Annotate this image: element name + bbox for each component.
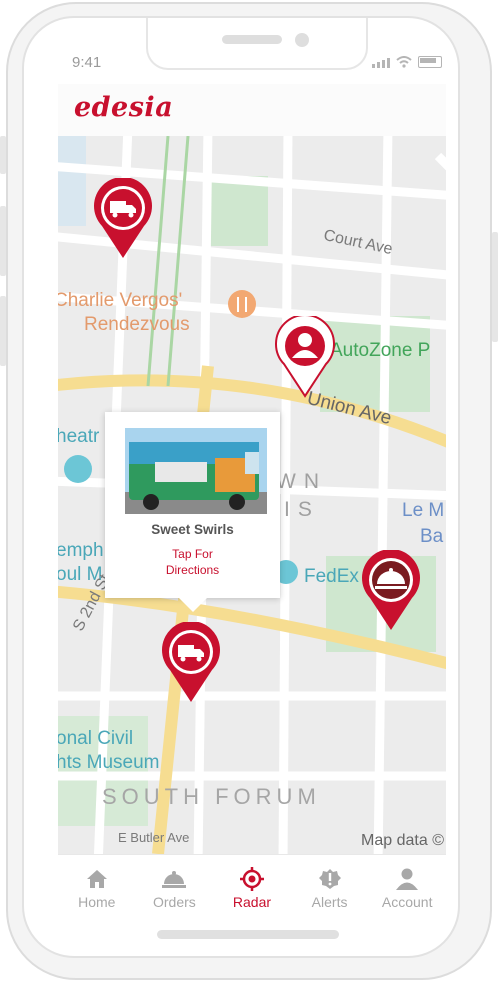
map-label-charlie-vergos: Charlie Vergos': [58, 290, 183, 311]
status-bar: 9:41: [58, 52, 446, 74]
map-label-le-m: Le M: [402, 500, 445, 521]
vendor-popup[interactable]: Sweet Swirls Tap For Directions: [105, 412, 280, 612]
volume-up-button: [0, 206, 6, 276]
directions-line-2: Directions: [165, 563, 220, 577]
speaker: [222, 35, 282, 44]
user-icon: [275, 316, 335, 398]
map-label-south-forum: SOUTH FORUM: [102, 784, 321, 809]
map-label-downtown-1: WN: [276, 470, 327, 493]
signal-icon: [372, 58, 390, 68]
volume-down-button: [0, 296, 6, 366]
map-label-autozone: AutoZone P: [330, 340, 431, 361]
restaurant-pin[interactable]: [360, 550, 422, 632]
cloche-icon: [362, 550, 420, 630]
tab-alerts-label: Alerts: [311, 894, 348, 910]
tab-account[interactable]: Account: [368, 855, 446, 921]
mute-switch: [0, 136, 6, 174]
tab-radar-label: Radar: [232, 894, 272, 910]
map-attribution: Map data ©: [361, 832, 444, 849]
directions-line-1: Tap For: [172, 547, 213, 561]
radar-icon: [239, 867, 264, 891]
map-label-downtown-2: IS: [284, 498, 320, 521]
bottom-tab-bar: Home Orders Radar Alerts Account: [58, 854, 446, 921]
truck-icon: [94, 178, 152, 258]
home-indicator: [157, 930, 339, 939]
app-logo: edesia: [74, 92, 174, 123]
status-time: 9:41: [72, 54, 102, 71]
user-location-pin[interactable]: [274, 316, 336, 398]
vendor-name: Sweet Swirls: [151, 522, 234, 537]
tab-account-label: Account: [381, 894, 433, 910]
map-label-civil-rights-1: onal Civil: [58, 728, 134, 749]
wifi-icon: [396, 56, 412, 68]
app-header: edesia: [58, 84, 446, 136]
map-label-ba: Ba: [420, 526, 444, 547]
tab-alerts[interactable]: Alerts: [291, 855, 369, 921]
food-truck-photo: [125, 428, 267, 514]
tab-home-label: Home: [78, 894, 116, 910]
map-label-memphis: emph: [58, 540, 104, 561]
tab-orders-label: Orders: [152, 894, 196, 910]
tab-radar[interactable]: Radar: [213, 855, 291, 921]
home-icon: [86, 870, 107, 888]
truck-pin-2[interactable]: [160, 622, 222, 704]
map-label-rendezvous: Rendezvous: [84, 314, 190, 335]
truck-icon: [162, 622, 220, 702]
battery-icon: [418, 56, 442, 68]
truck-pin-1[interactable]: [92, 178, 154, 260]
directions-link[interactable]: Tap For Directions: [105, 546, 280, 578]
map-label-civil-rights-2: hts Museum: [58, 752, 160, 773]
cloche-icon: [162, 871, 187, 888]
camera: [295, 33, 309, 47]
map-label-fedex: FedEx: [304, 566, 359, 587]
tab-orders[interactable]: Orders: [136, 855, 214, 921]
alert-icon: [318, 869, 341, 889]
tab-home[interactable]: Home: [58, 855, 136, 921]
map-label-e-butler-ave: E Butler Ave: [118, 830, 190, 845]
power-button: [492, 232, 498, 342]
user-icon: [396, 868, 419, 890]
map-label-theatre: heatr: [58, 426, 100, 447]
